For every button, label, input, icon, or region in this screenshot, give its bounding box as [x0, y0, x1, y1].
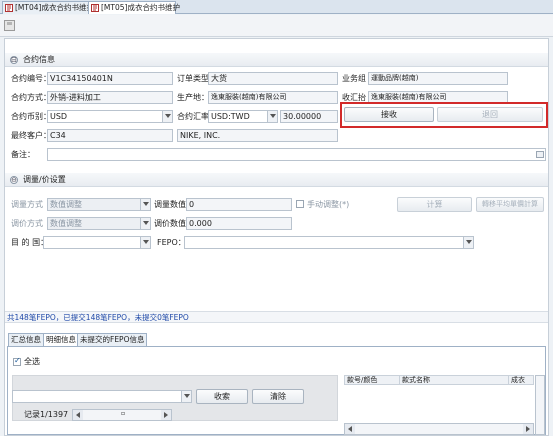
main-panel: ⊟ 合约信息 合约编号： V1C34150401N 订单类型 大货 业务组 運動… [4, 38, 549, 436]
price-adjust-label: 调价数值 [154, 219, 186, 228]
record-horizontal-scrollbar[interactable]: ▫ [72, 409, 172, 421]
adjust-section-title: 调量/价设置 [23, 175, 66, 184]
price-method-select[interactable]: 数值调整 [47, 217, 151, 230]
price-method-value: 数值调整 [50, 219, 82, 228]
contract-no-field[interactable]: V1C34150401N [47, 72, 173, 85]
chevron-down-icon[interactable] [267, 111, 277, 122]
grid-horizontal-scrollbar[interactable] [344, 423, 534, 435]
select-all-checkbox[interactable] [13, 356, 21, 366]
contract-no-label: 合约编号： [11, 74, 51, 83]
exchange-rate-label: 合约汇率 [177, 112, 209, 121]
collapse-icon[interactable]: ⊖ [10, 176, 18, 184]
chevron-down-icon[interactable] [140, 199, 150, 210]
fepo-summary: 共148笔FEPO，已提交148笔FEPO，未提交0笔FEPO [5, 311, 548, 323]
calculate-button[interactable]: 计算 [397, 197, 472, 212]
document-icon [5, 4, 13, 12]
detail-panel: 全选 款号/颜色 款式名称 成衣 收索 清除 记录1/1397 ▫ [7, 346, 546, 435]
scroll-right-icon[interactable] [523, 424, 533, 434]
select-all-label: 全选 [24, 357, 40, 366]
document-tab-bar: [MT04]成衣合约书维护 [MT05]成衣合约书维护 [0, 0, 553, 14]
scroll-left-icon[interactable] [345, 424, 355, 434]
column-header-style-color[interactable]: 款号/颜色 [344, 375, 400, 385]
customer-name-field[interactable]: NIKE, INC. [177, 129, 338, 142]
chevron-down-icon[interactable] [463, 237, 473, 248]
tab-mt04-label: [MT04]成衣合约书维护 [15, 3, 94, 12]
search-button[interactable]: 收索 [196, 389, 248, 404]
remark-field[interactable] [47, 148, 546, 161]
contract-section-title: 合约信息 [23, 55, 55, 64]
contract-type-field[interactable]: 外销-进料加工 [47, 91, 173, 104]
tab-mt04[interactable]: [MT04]成衣合约书维护 [2, 1, 94, 14]
price-method-label: 调价方式 [11, 219, 43, 228]
price-adjust-field[interactable]: 0.000 [186, 217, 292, 230]
remark-label: 备注： [11, 150, 35, 159]
qty-method-label: 调量方式 [11, 200, 43, 209]
tab-mt05-label: [MT05]成衣合约书维护 [101, 3, 180, 12]
column-header-style-name[interactable]: 款式名称 [399, 375, 509, 385]
tab-unsubmitted-fepo[interactable]: 未提交的FEPO信息 [77, 333, 148, 346]
producer-field[interactable]: 逸東服裝(越南)有限公司 [208, 91, 338, 104]
exchange-rate-value-field[interactable]: 30.00000 [280, 110, 338, 123]
chevron-down-icon[interactable] [162, 111, 172, 122]
document-icon [91, 4, 99, 12]
contract-type-label: 合约方式： [11, 93, 51, 102]
save-icon[interactable] [4, 20, 15, 31]
qty-adjust-label: 调量数值 [154, 200, 186, 209]
fepo-select[interactable] [184, 236, 474, 249]
filter-select[interactable] [12, 390, 192, 403]
qty-adjust-field[interactable]: 0 [186, 198, 292, 211]
qty-method-select[interactable]: 数值调整 [47, 198, 151, 211]
exchange-rate-select[interactable]: USD:TWD [208, 110, 278, 123]
business-group-label: 业务组 [342, 74, 366, 83]
contract-section-header[interactable]: ⊟ 合约信息 [5, 53, 548, 67]
order-type-label: 订单类型 [177, 74, 209, 83]
currency-select[interactable]: USD [47, 110, 173, 123]
adjust-section-header[interactable]: ⊖ 调量/价设置 [5, 173, 548, 187]
producer-label: 生产地： [177, 93, 209, 102]
avg-price-button[interactable]: 轉移平均單價計算 [476, 197, 544, 212]
receive-button[interactable]: 接收 [344, 107, 434, 122]
column-header-garment[interactable]: 成衣 [508, 375, 534, 385]
scroll-left-icon[interactable] [73, 410, 83, 420]
end-customer-label: 最终客户： [11, 131, 51, 140]
manual-adjust-label: 手动调整(*) [307, 200, 350, 209]
destination-select[interactable] [43, 236, 151, 249]
currency-label: 合约币别： [11, 112, 51, 121]
tab-detail-info[interactable]: 明细信息 [43, 333, 79, 347]
tab-summary-info[interactable]: 汇总信息 [8, 333, 44, 346]
chevron-down-icon[interactable] [181, 391, 191, 402]
chevron-down-icon[interactable] [140, 237, 150, 248]
return-button[interactable]: 退回 [437, 107, 543, 122]
toolbar [0, 15, 553, 37]
fepo-label: FEPO： [157, 238, 186, 247]
currency-value: USD [50, 112, 68, 121]
exchange-rate-currency-value: USD:TWD [211, 112, 250, 121]
clear-button[interactable]: 清除 [252, 389, 304, 404]
detail-vertical-scrollbar[interactable] [535, 375, 545, 435]
manual-adjust-checkbox[interactable] [296, 200, 304, 208]
qty-method-value: 数值调整 [50, 200, 82, 209]
chevron-down-icon[interactable] [140, 218, 150, 229]
order-type-field[interactable]: 大货 [208, 72, 338, 85]
scroll-thumb-mark[interactable]: ▫ [121, 408, 125, 420]
business-group-field[interactable]: 運動品牌(越南) [368, 72, 508, 85]
scroll-right-icon[interactable] [161, 410, 171, 420]
collapse-icon[interactable]: ⊟ [10, 56, 18, 64]
record-count: 记录1/1397 [24, 410, 69, 419]
expand-icon[interactable] [536, 151, 544, 158]
tab-mt05[interactable]: [MT05]成衣合约书维护 [88, 1, 180, 14]
end-customer-field[interactable]: C34 [47, 129, 173, 142]
